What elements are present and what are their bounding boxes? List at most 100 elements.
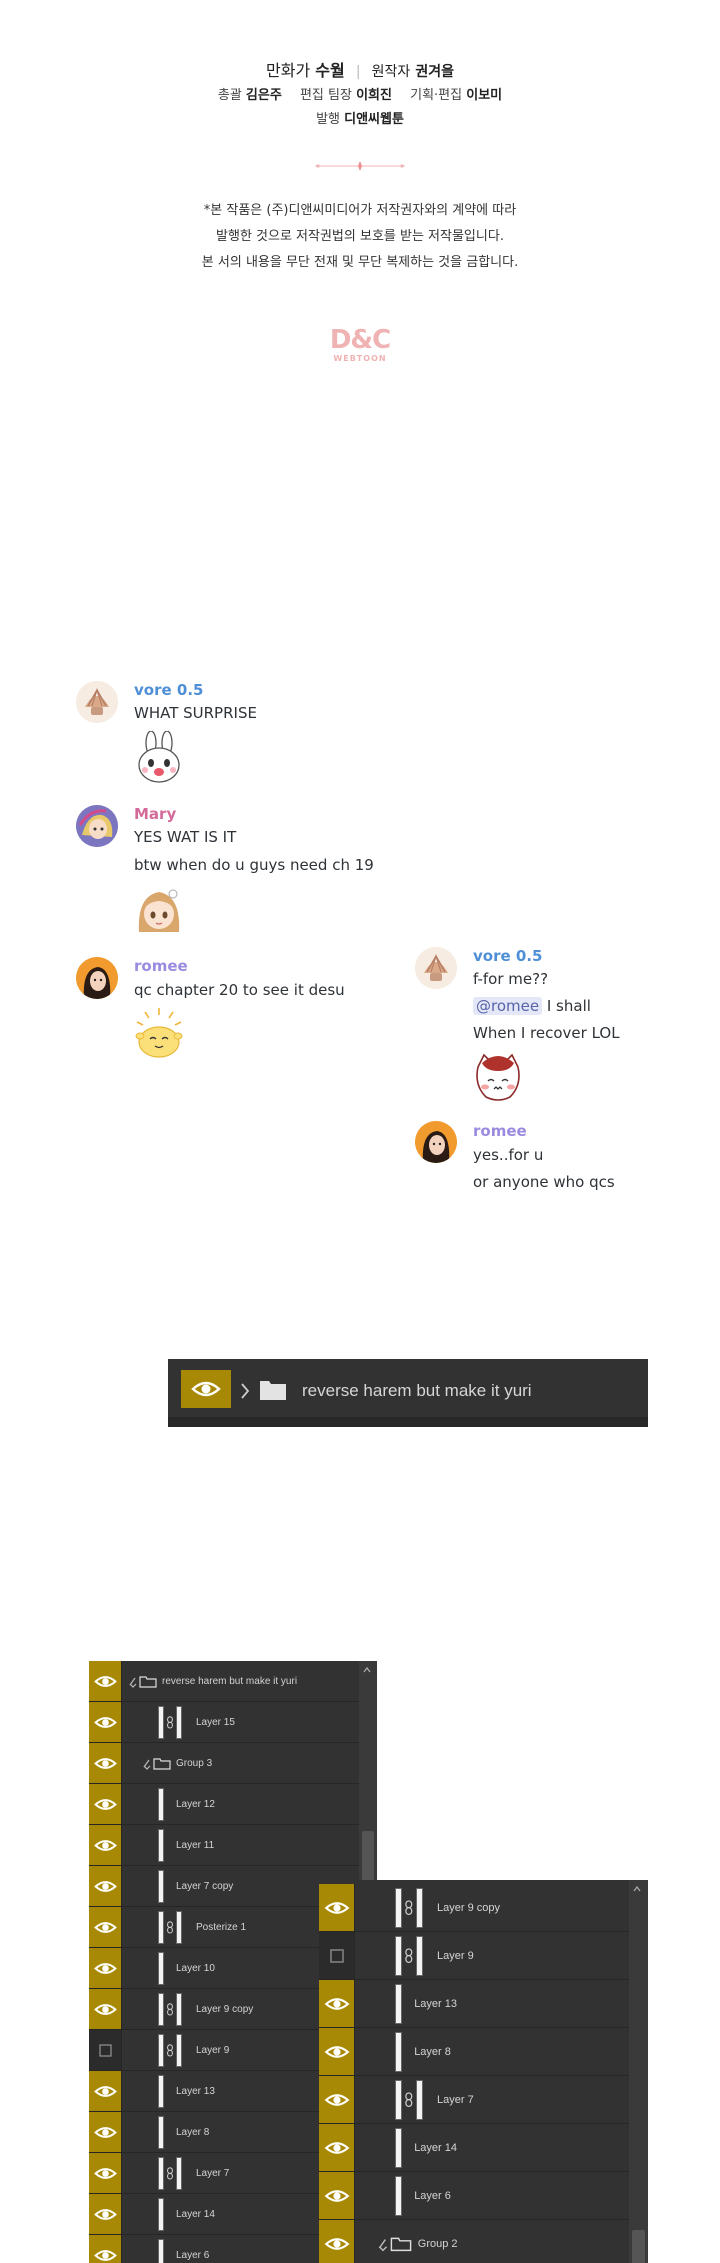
visibility-toggle[interactable] (89, 1907, 122, 1947)
credits-block: 만화가 수월 | 원작자 권겨을 총괄 김은주 편집 팀장 이희진 기획·편집 … (0, 58, 720, 132)
layer-name[interactable]: Layer 6 (414, 2190, 451, 2202)
layer-name[interactable]: Layer 8 (176, 2127, 209, 2138)
visibility-toggle[interactable] (89, 1989, 122, 2029)
visibility-toggle[interactable] (89, 2194, 122, 2234)
layer-group-row[interactable]: reverse harem but make it yuri (89, 1661, 359, 1702)
avatar[interactable] (76, 681, 118, 723)
layer-row[interactable]: Layer 11 (89, 1825, 359, 1866)
layer-row[interactable]: Layer 15 (89, 1702, 359, 1743)
layer-name[interactable]: Layer 6 (176, 2250, 209, 2261)
visibility-toggle[interactable] (89, 2112, 122, 2152)
team-lead-name: 이희진 (356, 88, 392, 103)
scroll-up-icon[interactable] (362, 1665, 372, 1675)
layer-row[interactable]: Layer 7 (319, 2076, 629, 2124)
layer-name[interactable]: Layer 15 (196, 1717, 235, 1728)
layer-row[interactable]: Layer 13 (319, 1980, 629, 2028)
eye-icon (94, 1799, 117, 1810)
dnc-webtoon-logo: D&C WEBTOON (320, 326, 400, 366)
layer-name[interactable]: Layer 8 (414, 2046, 451, 2058)
folder-open-icon (378, 2237, 412, 2252)
layer-thumbnail (158, 1952, 164, 1985)
layer-name[interactable]: Layer 14 (414, 2142, 457, 2154)
message-text: btw when do u guys need ch 19 (134, 856, 374, 874)
scroll-up-icon[interactable] (632, 1884, 642, 1894)
scroll-thumb[interactable] (632, 2230, 645, 2263)
avatar[interactable] (76, 957, 118, 999)
layers-panel-secondary[interactable]: Layer 9 copy Layer 9 Layer 13 Layer 8 Layer … (319, 1880, 648, 2263)
visibility-toggle[interactable] (319, 2124, 355, 2171)
visibility-toggle[interactable] (89, 1784, 122, 1824)
layer-name[interactable]: Layer 7 (437, 2094, 474, 2106)
layer-thumbnail (158, 2075, 164, 2108)
visibility-toggle[interactable] (89, 2071, 122, 2111)
visibility-toggle[interactable] (319, 2076, 355, 2123)
username[interactable]: Mary (134, 805, 176, 823)
layer-name[interactable]: Layer 13 (414, 1998, 457, 2010)
visibility-toggle[interactable] (319, 2220, 355, 2263)
username[interactable]: romee (473, 1122, 527, 1140)
visibility-toggle[interactable] (89, 1948, 122, 1988)
eye-icon (94, 1840, 117, 1851)
layer-name[interactable]: Layer 13 (176, 2086, 215, 2097)
user-mention[interactable]: @romee (473, 997, 543, 1015)
layer-mask-thumbnail (176, 2034, 182, 2067)
layer-row[interactable]: Layer 6 (319, 2172, 629, 2220)
layer-mask-thumbnail (176, 2157, 182, 2190)
visibility-toggle[interactable] (89, 2235, 122, 2263)
scrollbar[interactable] (629, 1880, 648, 2263)
visibility-toggle[interactable] (319, 1884, 355, 1931)
layer-group-banner[interactable]: reverse harem but make it yuri (168, 1359, 648, 1427)
visibility-toggle[interactable] (89, 1825, 122, 1865)
layer-name[interactable]: Layer 9 copy (437, 1902, 500, 1914)
link-icon (405, 2092, 413, 2108)
shell-avatar-icon (76, 681, 118, 723)
visibility-toggle[interactable] (89, 1702, 122, 1742)
visibility-toggle[interactable] (89, 1866, 122, 1906)
visibility-toggle[interactable] (319, 1980, 355, 2027)
layer-group-row[interactable]: Group 2 (319, 2220, 629, 2263)
visibility-toggle[interactable] (89, 2030, 122, 2070)
layer-name[interactable]: Group 3 (176, 1758, 212, 1769)
layer-name[interactable]: Layer 12 (176, 1799, 215, 1810)
layer-group-row[interactable]: Group 3 (89, 1743, 359, 1784)
layer-name[interactable]: Layer 11 (176, 1840, 214, 1851)
layer-name[interactable]: Layer 7 (196, 2168, 229, 2179)
layer-name[interactable]: Layer 10 (176, 1963, 215, 1974)
group-name[interactable]: reverse harem but make it yuri (302, 1381, 532, 1401)
layer-row[interactable]: Layer 9 copy (319, 1884, 629, 1932)
layer-name[interactable]: Layer 14 (176, 2209, 215, 2220)
visibility-toggle[interactable] (89, 1743, 122, 1783)
visibility-toggle[interactable] (319, 2172, 355, 2219)
layer-thumbnail (158, 1788, 164, 1821)
message-text: WHAT SURPRISE (134, 704, 257, 722)
avatar[interactable] (415, 1121, 457, 1163)
layer-name[interactable]: Group 2 (418, 2238, 458, 2250)
avatar[interactable] (415, 947, 457, 989)
layer-name[interactable]: Layer 9 copy (196, 2004, 253, 2015)
link-icon (167, 2167, 173, 2180)
visibility-toggle[interactable] (319, 2028, 355, 2075)
notice-line: *본 작품은 (주)디앤씨미디어가 저작권자와의 계약에 따라 (203, 203, 517, 218)
layer-row[interactable]: Layer 14 (319, 2124, 629, 2172)
visibility-toggle[interactable] (89, 2153, 122, 2193)
visibility-toggle[interactable] (181, 1370, 231, 1408)
layer-name[interactable]: Layer 7 copy (176, 1881, 233, 1892)
layer-thumbnail (395, 1888, 403, 1928)
avatar[interactable] (76, 805, 118, 847)
layer-row[interactable]: Layer 12 (89, 1784, 359, 1825)
visibility-toggle[interactable] (89, 1661, 122, 1701)
eye-icon (191, 1381, 221, 1397)
link-icon (405, 1948, 413, 1964)
layer-name[interactable]: Layer 9 (196, 2045, 229, 2056)
artist-role: 만화가 (266, 61, 311, 80)
username[interactable]: romee (134, 957, 188, 975)
layer-name[interactable]: Layer 9 (437, 1950, 474, 1962)
layer-name[interactable]: Posterize 1 (196, 1922, 246, 1933)
username[interactable]: vore 0.5 (134, 681, 203, 699)
chevron-right-icon[interactable] (238, 1379, 252, 1403)
username[interactable]: vore 0.5 (473, 947, 542, 965)
layer-name[interactable]: reverse harem but make it yuri (162, 1676, 297, 1687)
visibility-toggle[interactable] (319, 1932, 355, 1979)
layer-row[interactable]: Layer 8 (319, 2028, 629, 2076)
layer-row[interactable]: Layer 9 (319, 1932, 629, 1980)
